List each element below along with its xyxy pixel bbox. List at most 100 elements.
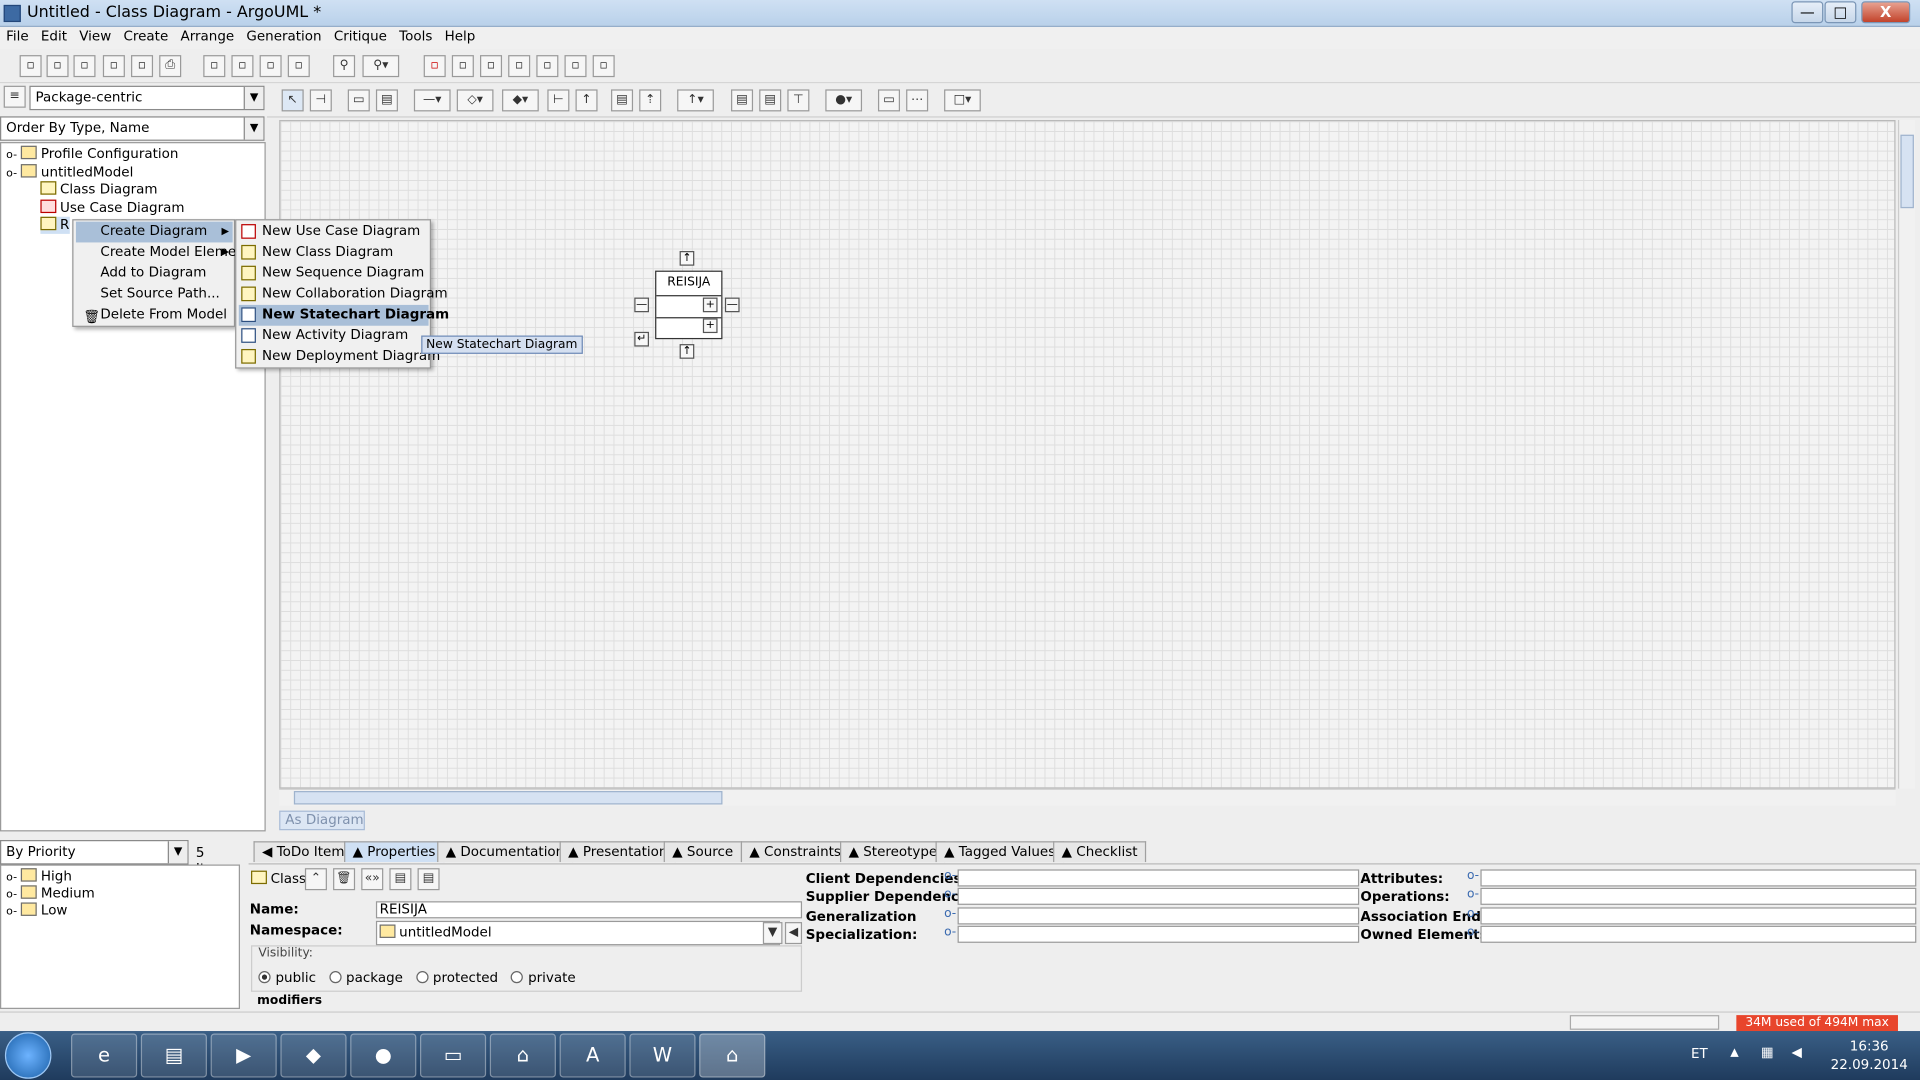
menu-create-diagram[interactable]: Create Diagram ▶ [75, 221, 233, 243]
argouml-task-icon[interactable]: ⌂ [489, 1033, 556, 1078]
handle-right-icon[interactable]: — [724, 297, 740, 313]
select-tool-icon[interactable]: ↖ [281, 89, 304, 112]
menu-create[interactable]: Create [117, 27, 174, 44]
menu-arrange[interactable]: Arrange [174, 27, 240, 44]
navigate-namespace-icon[interactable]: ◀ [784, 922, 803, 945]
handle-left-icon[interactable]: — [634, 297, 649, 313]
association-ends-list[interactable] [1480, 907, 1917, 925]
media-player-icon[interactable]: ▶ [210, 1033, 277, 1078]
find-icon[interactable]: ⚲ [333, 55, 356, 78]
realization-tool-icon[interactable]: ⇡ [639, 89, 662, 112]
horizontal-scrollbar[interactable] [279, 788, 1896, 806]
argouml-active-task-icon[interactable]: ⌂ [699, 1033, 766, 1078]
navigate-up-icon[interactable]: ⌃ [304, 868, 327, 891]
tree-item-class-diagram[interactable]: Class Diagram [40, 181, 158, 198]
order-select[interactable]: Order By Type, Name ▼ [0, 116, 265, 141]
menu-generation[interactable]: Generation [240, 27, 327, 44]
menu-edit[interactable]: Edit [35, 27, 73, 44]
menu-new-activity-diagram[interactable]: New Activity Diagram [239, 326, 429, 347]
dependency-tool-icon[interactable]: ↑▾ [677, 89, 714, 112]
handle-up-icon[interactable]: ↑ [679, 251, 695, 266]
owned-elements-list[interactable] [1480, 925, 1917, 943]
todo-item-low[interactable]: o- Low [6, 902, 67, 920]
tab-constraints[interactable]: ▲ Constraints [740, 841, 850, 863]
composition-tool-icon[interactable]: ◆▾ [502, 89, 539, 112]
arrange-icon[interactable]: ▫ [287, 55, 310, 78]
menu-new-statechart-diagram[interactable]: New Statechart Diagram [238, 304, 449, 326]
todo-item-medium[interactable]: o- Medium [6, 885, 95, 903]
menu-new-sequence-diagram[interactable]: New Sequence Diagram [239, 263, 429, 284]
delete-icon[interactable]: 🗑 [333, 868, 356, 891]
import-icon[interactable]: ▫ [131, 55, 154, 78]
new-collaboration-diagram-icon[interactable]: ▫ [508, 55, 531, 78]
association-tool-icon[interactable]: —▾ [413, 89, 451, 112]
stereotype-tool-icon[interactable]: ⊤ [787, 89, 810, 112]
diagram-canvas[interactable] [279, 120, 1896, 789]
menu-critique[interactable]: Critique [328, 27, 393, 44]
attributes-list[interactable] [1480, 869, 1917, 887]
namespace-select[interactable]: untitledModel [375, 920, 781, 946]
interface-tool-icon[interactable]: ▤ [611, 89, 634, 112]
specialization-list[interactable] [957, 925, 1360, 943]
tab-documentation[interactable]: ▲ Documentation [437, 841, 573, 863]
handle-down-icon[interactable]: ↑ [679, 344, 695, 359]
volume-icon[interactable]: ◀ [1791, 1044, 1801, 1060]
clock[interactable]: 16:36 22.09.2014 [1831, 1037, 1908, 1074]
navigate-up-icon[interactable]: ▫ [259, 55, 282, 78]
menu-file[interactable]: File [0, 27, 35, 44]
zoom-icon[interactable]: ⚲▾ [362, 55, 400, 78]
save-as-icon[interactable]: ▫ [102, 55, 125, 78]
tab-source[interactable]: ▲ Source [663, 841, 742, 863]
acrobat-icon[interactable]: A [559, 1033, 626, 1078]
delete-icon[interactable]: ▫ [231, 55, 254, 78]
broom-tool-icon[interactable]: ⊣ [309, 89, 332, 112]
perspective-select[interactable]: Package-centric ▼ [29, 85, 265, 111]
new-activity-diagram-icon[interactable]: ▫ [564, 55, 587, 78]
new-deployment-diagram-icon[interactable]: ▫ [592, 55, 615, 78]
tab-stereotype[interactable]: ▲ Stereotype [840, 841, 946, 863]
save-icon[interactable]: ▫ [73, 55, 96, 78]
menu-delete-from-model[interactable]: 🗑 Delete From Model [76, 305, 233, 326]
tab-presentation[interactable]: ▲ Presentation [559, 841, 677, 863]
radio-protected[interactable]: protected [415, 970, 498, 986]
file-explorer-icon[interactable]: ▤ [140, 1033, 207, 1078]
new-class-diagram-icon[interactable]: ▫ [451, 55, 474, 78]
rectangle-tool-icon[interactable]: □▾ [944, 89, 981, 112]
operations-list[interactable] [1480, 887, 1917, 905]
minimize-button[interactable]: — [1791, 1, 1824, 24]
tab-properties[interactable]: ▲ Properties [344, 841, 444, 863]
copy-icon[interactable]: ▫ [203, 55, 226, 78]
menu-tools[interactable]: Tools [393, 27, 438, 44]
todo-filter-select[interactable]: By Priority ▼ [0, 840, 189, 865]
new-sequence-diagram-icon[interactable]: ▫ [480, 55, 503, 78]
enumeration-tool-icon[interactable]: ▤ [759, 89, 782, 112]
add-attribute-icon[interactable]: + [702, 297, 718, 313]
menu-new-deployment-diagram[interactable]: New Deployment Diagram [239, 347, 440, 368]
open-project-icon[interactable]: ▫ [46, 55, 69, 78]
tree-item-class-reisija[interactable]: R [40, 216, 70, 234]
menu-set-source-path[interactable]: Set Source Path... [76, 284, 233, 305]
scroll-thumb[interactable] [293, 791, 723, 805]
new-statechart-diagram-icon[interactable]: ▫ [536, 55, 559, 78]
new-attribute-icon[interactable]: ▤ [389, 868, 412, 891]
chevron-down-icon[interactable]: ▼ [762, 922, 783, 945]
comment-link-icon[interactable]: ⋯ [906, 89, 929, 112]
start-button[interactable] [4, 1032, 52, 1079]
new-use-case-diagram-icon[interactable]: ▫ [423, 55, 446, 78]
close-button[interactable]: X [1861, 1, 1911, 24]
language-indicator[interactable]: ET [1691, 1046, 1708, 1062]
todo-item-high[interactable]: o- High [6, 868, 72, 886]
menu-new-use-case-diagram[interactable]: New Use Case Diagram [239, 222, 429, 243]
menu-add-to-diagram[interactable]: Add to Diagram [76, 263, 233, 284]
aggregation-tool-icon[interactable]: ◇▾ [456, 89, 494, 112]
menu-create-model-element[interactable]: Create Model Element ▶ [76, 242, 250, 263]
name-field[interactable]: REISIJA [375, 901, 803, 919]
network-icon[interactable]: ▦ [1761, 1044, 1774, 1060]
picture-viewer-icon[interactable]: ▭ [420, 1033, 487, 1078]
tab-todo-item[interactable]: ◀ ToDo Item [253, 841, 354, 863]
class-tool-icon[interactable]: ▤ [375, 89, 398, 112]
scroll-thumb[interactable] [1900, 134, 1914, 209]
internet-explorer-icon[interactable]: e [71, 1033, 138, 1078]
menu-help[interactable]: Help [438, 27, 481, 44]
firefox-icon[interactable]: ● [350, 1033, 417, 1078]
